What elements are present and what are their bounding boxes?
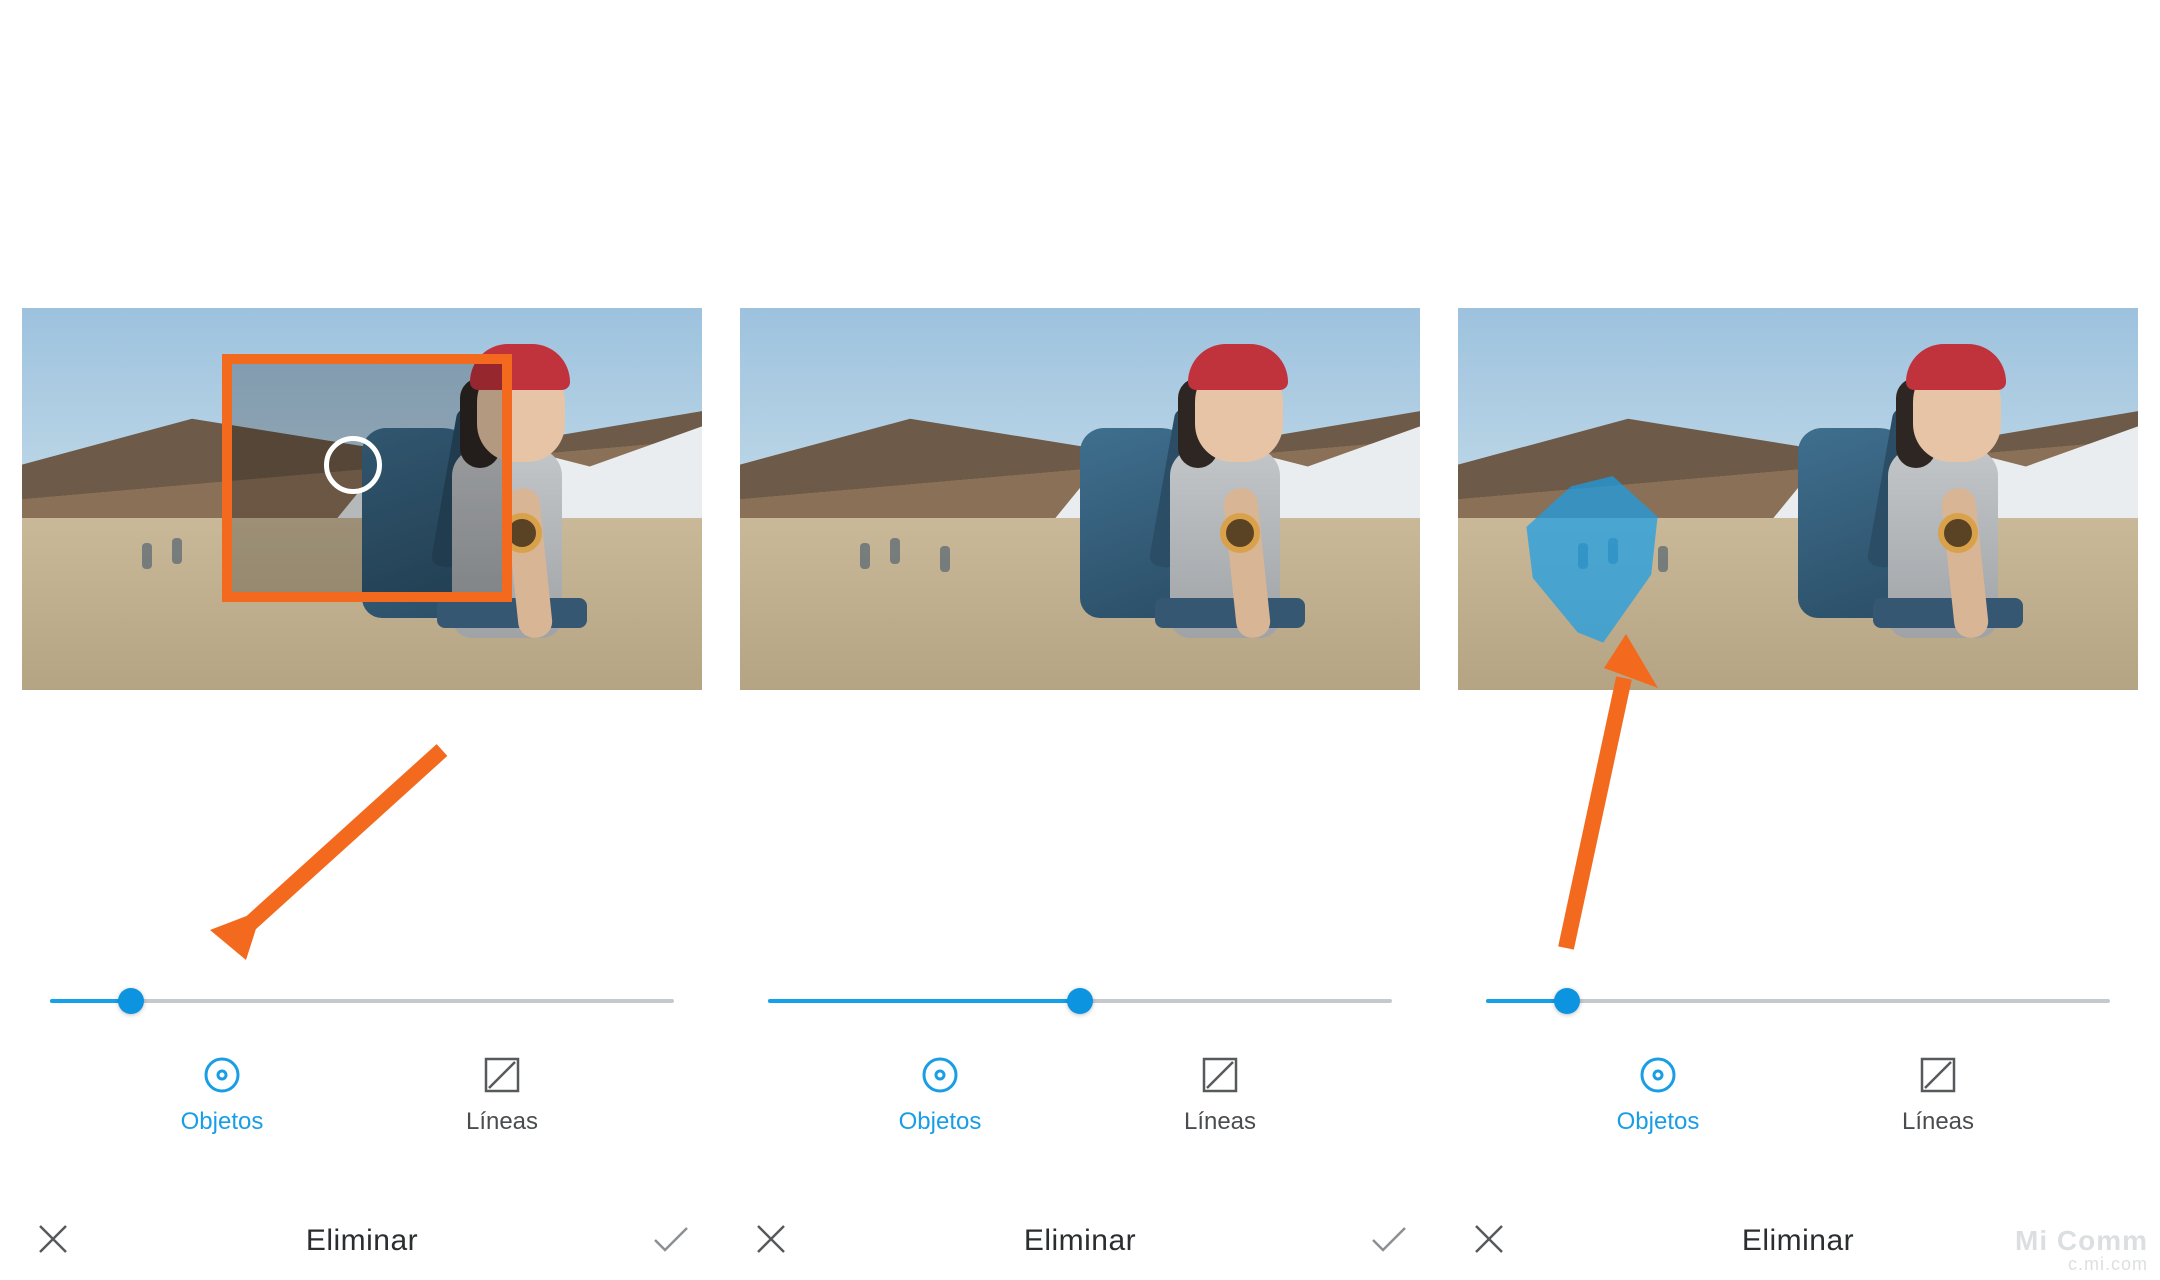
tool-objetos[interactable]: Objetos <box>880 1054 1000 1134</box>
cancel-button[interactable] <box>1466 1218 1512 1264</box>
photo-preview[interactable] <box>22 308 702 690</box>
check-icon <box>1369 1222 1409 1261</box>
panels-row: Objetos Líneas <box>0 0 2160 1280</box>
photo-preview[interactable] <box>740 308 1420 690</box>
tool-selector: Objetos Líneas <box>740 1054 1420 1134</box>
tool-label: Líneas <box>1184 1110 1256 1134</box>
slider-fill <box>768 999 1080 1003</box>
tool-label: Objetos <box>899 1110 982 1134</box>
target-icon <box>919 1054 961 1096</box>
confirm-button[interactable] <box>1366 1218 1412 1264</box>
line-square-icon <box>481 1054 523 1096</box>
tool-lineas[interactable]: Líneas <box>1160 1054 1280 1134</box>
line-square-icon <box>1917 1054 1959 1096</box>
tool-label: Objetos <box>181 1110 264 1134</box>
target-icon <box>1637 1054 1679 1096</box>
bottom-bar: Eliminar <box>748 1218 1412 1264</box>
tool-objetos[interactable]: Objetos <box>1598 1054 1718 1134</box>
watermark-line1: Mi Comm <box>2015 1226 2148 1255</box>
tool-label: Objetos <box>1617 1110 1700 1134</box>
close-icon <box>1472 1222 1506 1261</box>
editor-panel-2: Objetos Líneas <box>740 0 1420 1280</box>
brush-size-slider[interactable] <box>1486 988 2110 1014</box>
slider-thumb[interactable] <box>1554 988 1580 1014</box>
slider-thumb[interactable] <box>1067 988 1093 1014</box>
tool-label: Líneas <box>466 1110 538 1134</box>
cancel-button[interactable] <box>30 1218 76 1264</box>
editor-panel-1: Objetos Líneas <box>22 0 702 1280</box>
photo-preview[interactable] <box>1458 308 2138 690</box>
cancel-button[interactable] <box>748 1218 794 1264</box>
tool-lineas[interactable]: Líneas <box>1878 1054 1998 1134</box>
annotation-selection-rect <box>222 354 512 602</box>
target-icon <box>201 1054 243 1096</box>
line-square-icon <box>1199 1054 1241 1096</box>
tool-label: Líneas <box>1902 1110 1974 1134</box>
mode-title: Eliminar <box>306 1224 418 1258</box>
tool-objetos[interactable]: Objetos <box>162 1054 282 1134</box>
close-icon <box>36 1222 70 1261</box>
mode-title: Eliminar <box>1024 1224 1136 1258</box>
brush-size-slider[interactable] <box>50 988 674 1014</box>
slider-thumb[interactable] <box>118 988 144 1014</box>
editor-panel-3: Objetos Líneas <box>1458 0 2138 1280</box>
mode-title: Eliminar <box>1742 1224 1854 1258</box>
close-icon <box>754 1222 788 1261</box>
brush-size-slider[interactable] <box>768 988 1392 1014</box>
tool-selector: Objetos Líneas <box>1458 1054 2138 1134</box>
tool-selector: Objetos Líneas <box>22 1054 702 1134</box>
check-icon <box>651 1222 691 1261</box>
tool-lineas[interactable]: Líneas <box>442 1054 562 1134</box>
confirm-button[interactable] <box>648 1218 694 1264</box>
watermark-line2: c.mi.com <box>2015 1255 2148 1274</box>
watermark: Mi Comm c.mi.com <box>2015 1226 2148 1274</box>
bottom-bar: Eliminar <box>30 1218 694 1264</box>
annotation-arrow-icon <box>202 740 462 960</box>
